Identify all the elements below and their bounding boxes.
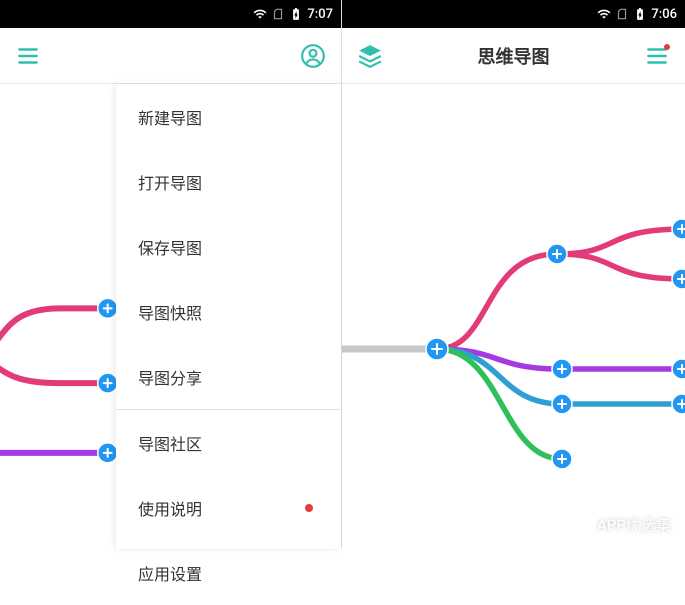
mindmap-canvas-right[interactable]	[342, 84, 685, 549]
page-title: 思维导图	[384, 43, 643, 69]
profile-icon[interactable]	[299, 42, 327, 70]
menu-snapshot[interactable]: 导图快照	[116, 279, 341, 344]
appbar: 思维导图	[342, 28, 685, 84]
menu-save[interactable]: 保存导图	[116, 214, 341, 279]
sim-icon	[615, 7, 629, 21]
menu-help[interactable]: 使用说明	[116, 475, 341, 540]
status-time: 7:07	[307, 7, 333, 22]
menu-open[interactable]: 打开导图	[116, 149, 341, 214]
menu-settings[interactable]: 应用设置	[116, 540, 341, 605]
hamburger-icon[interactable]	[14, 42, 42, 70]
status-bar: 7:06	[342, 0, 685, 28]
left-phone: 7:07 新建导图 打开导图 保存导图 导图快照 导图分享 导图社区 使用说明	[0, 0, 342, 549]
wifi-icon	[253, 7, 267, 21]
status-time: 7:06	[651, 7, 677, 22]
menu-new[interactable]: 新建导图	[116, 84, 341, 149]
sim-icon	[271, 7, 285, 21]
status-bar: 7:07	[0, 0, 341, 28]
watermark: APP优选集	[569, 513, 671, 535]
dropdown-menu: 新建导图 打开导图 保存导图 导图快照 导图分享 导图社区 使用说明 应用设置	[116, 84, 341, 549]
menu-share[interactable]: 导图分享	[116, 344, 341, 409]
hamburger-icon[interactable]	[643, 42, 671, 70]
notification-dot	[305, 504, 313, 512]
battery-icon	[633, 7, 647, 21]
wifi-icon	[597, 7, 611, 21]
appbar	[0, 28, 341, 84]
notification-dot	[664, 44, 670, 50]
battery-icon	[289, 7, 303, 21]
menu-community[interactable]: 导图社区	[116, 410, 341, 475]
layers-icon[interactable]	[356, 42, 384, 70]
right-phone: 7:06 思维导图	[342, 0, 685, 549]
